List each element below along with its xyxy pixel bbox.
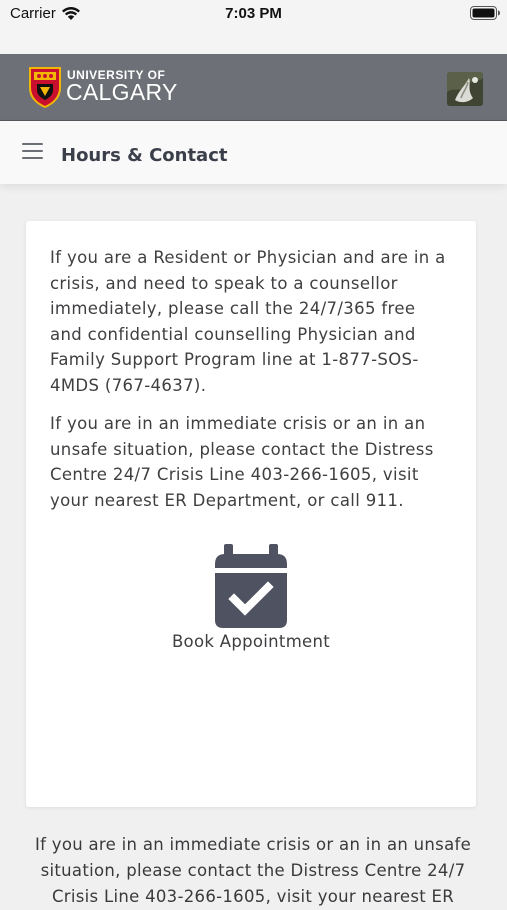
calendar-check-icon (215, 544, 287, 628)
battery-icon (470, 6, 500, 20)
book-appointment-button[interactable]: Book Appointment (151, 542, 351, 662)
status-time: 7:03 PM (225, 5, 282, 22)
avatar-image-icon (447, 72, 483, 106)
distress-centre-paragraph: If you are in an immediate crisis or an … (50, 414, 434, 510)
avatar[interactable] (447, 72, 483, 106)
title-bar: Hours & Contact (0, 121, 507, 184)
hamburger-menu-icon[interactable] (22, 143, 43, 161)
logo-text-bottom: CALGARY (66, 79, 178, 105)
page-title: Hours & Contact (61, 145, 228, 166)
status-bar: Carrier 7:03 PM (0, 0, 507, 54)
app-header: UNIVERSITY OF CALGARY (0, 54, 507, 121)
footer-crisis-text: If you are in an immediate crisis or an … (34, 835, 472, 906)
resident-crisis-paragraph: If you are a Resident or Physician and a… (50, 248, 446, 395)
university-crest-icon (29, 67, 61, 108)
info-card: If you are a Resident or Physician and a… (26, 221, 476, 807)
book-appointment-label: Book Appointment (171, 632, 331, 651)
